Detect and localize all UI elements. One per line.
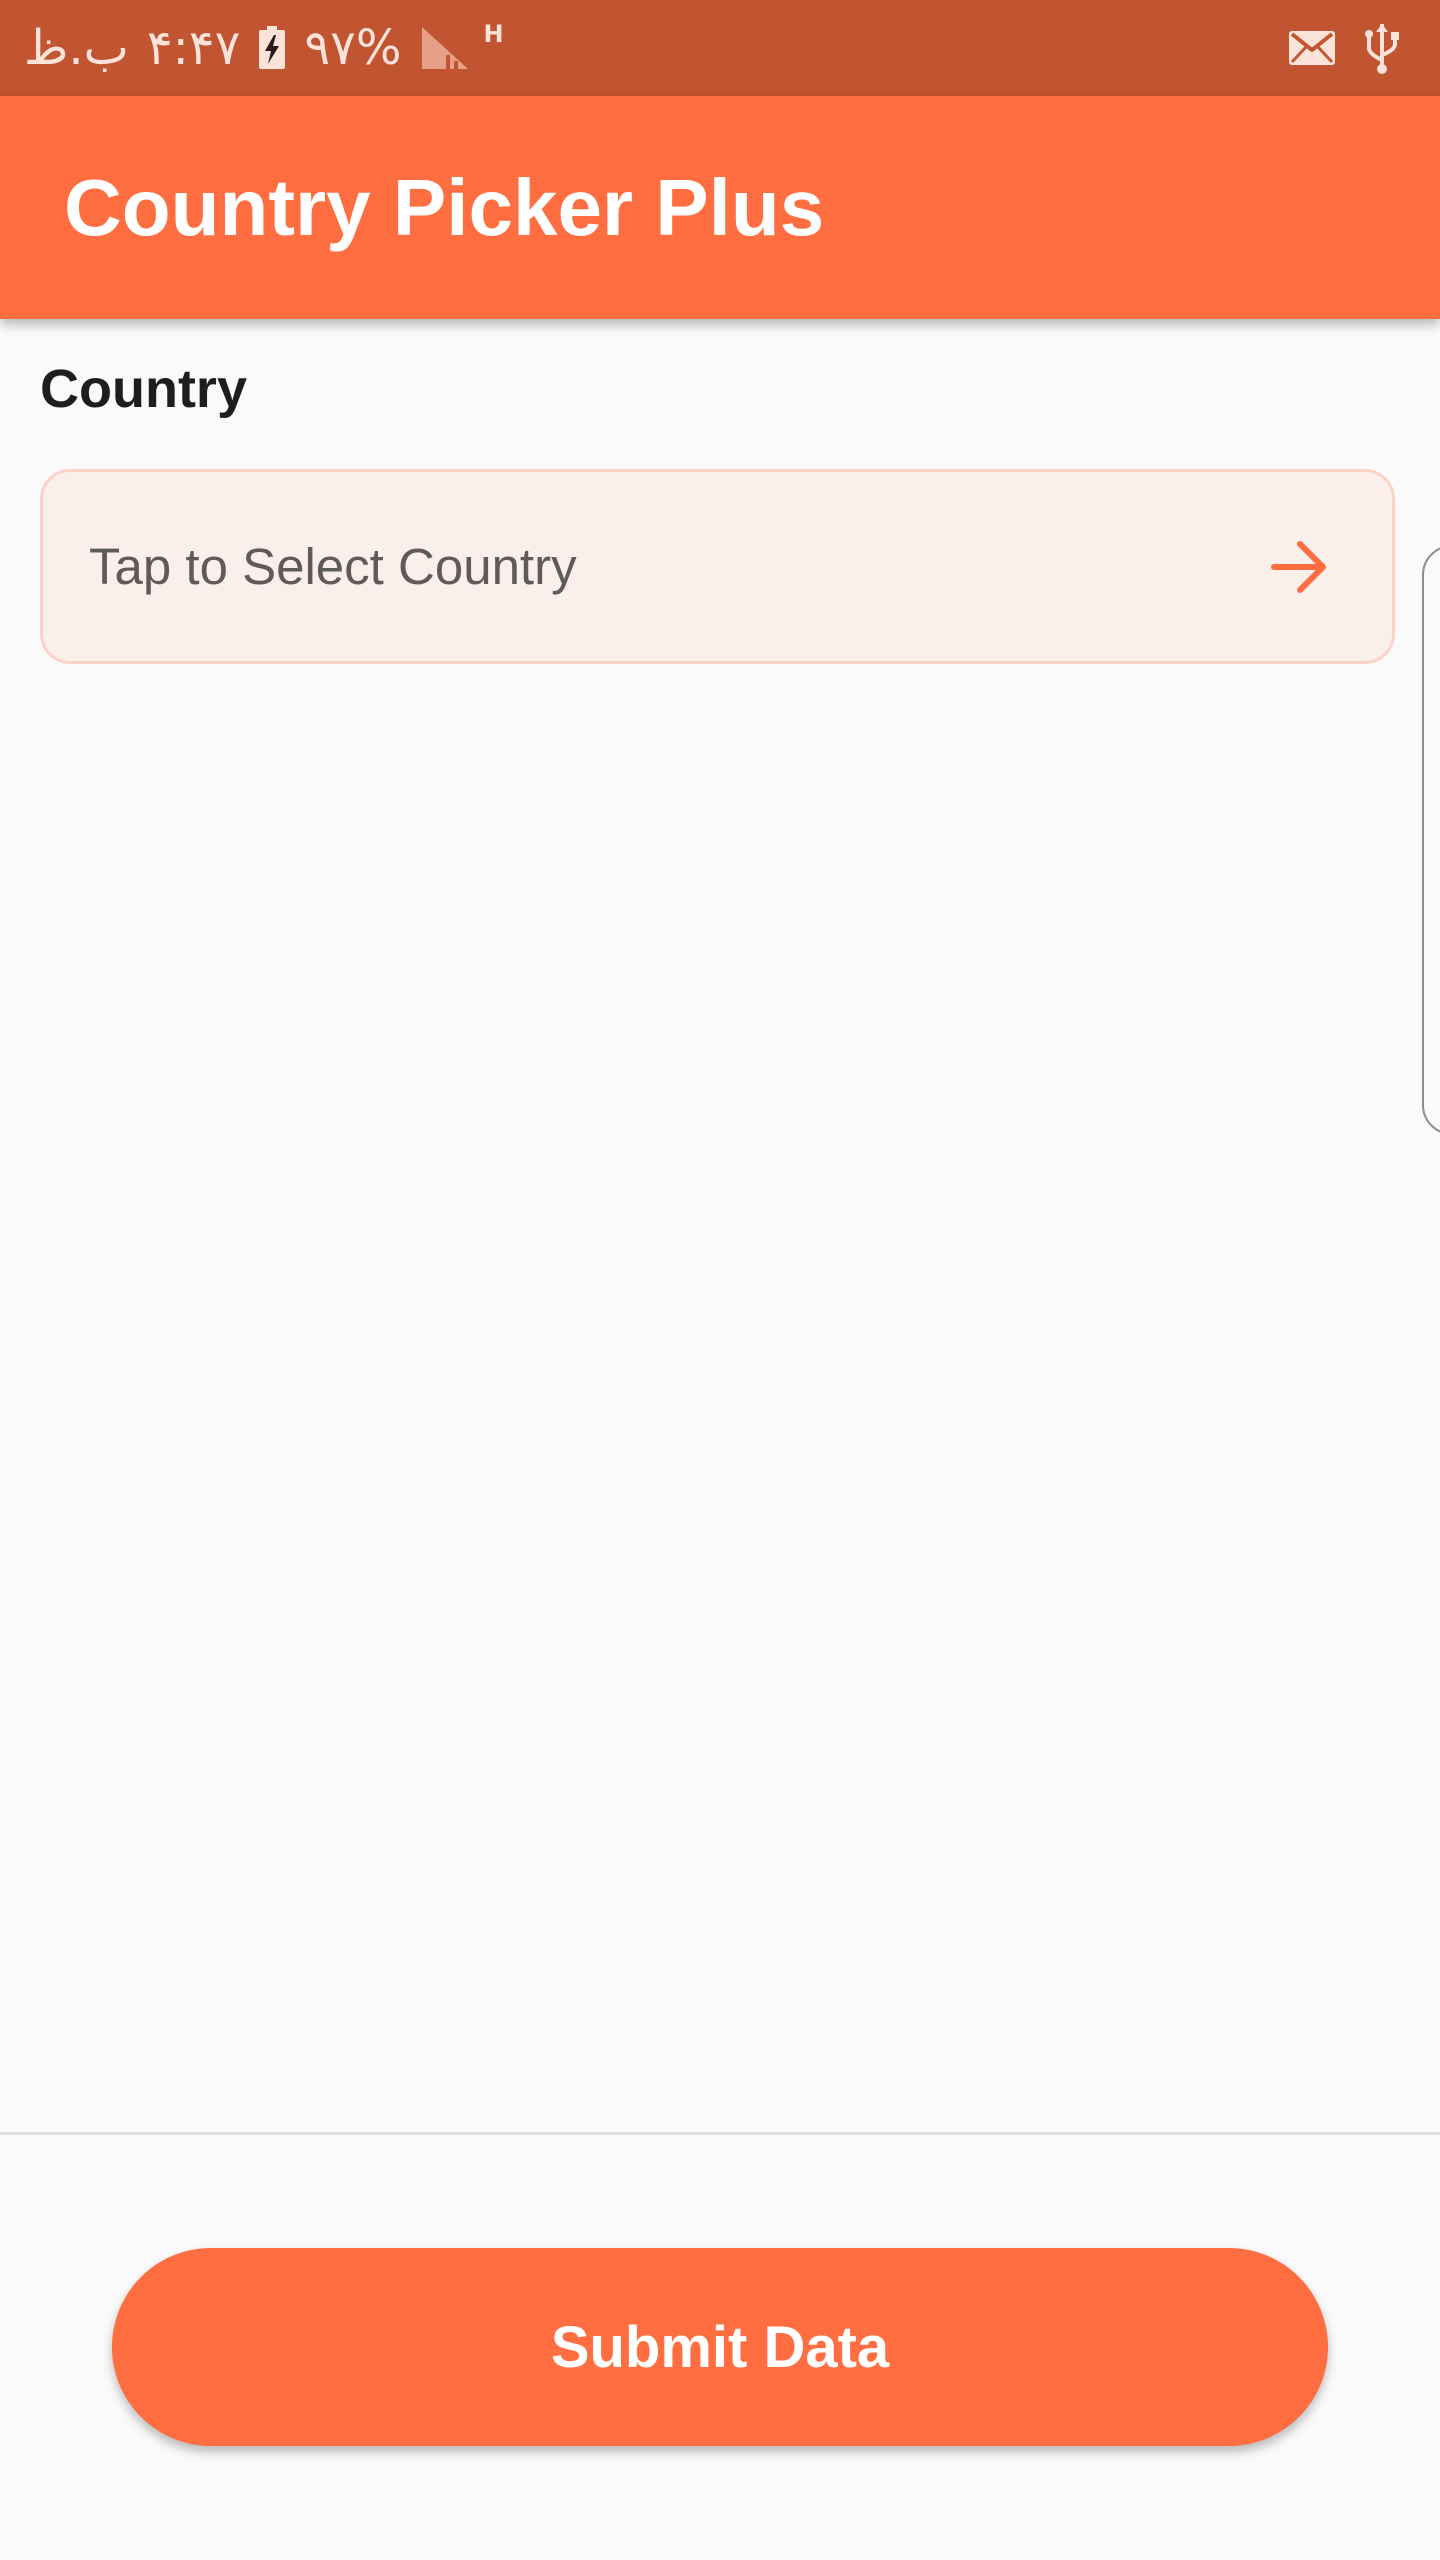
country-picker-placeholder: Tap to Select Country — [89, 538, 577, 595]
footer-divider — [0, 2132, 1440, 2135]
status-bar-right — [1288, 0, 1400, 96]
country-label: Country — [40, 359, 247, 419]
edge-scroll-indicator[interactable] — [1422, 545, 1440, 1135]
battery-charging-icon — [259, 26, 286, 69]
country-picker-field[interactable]: Tap to Select Country — [40, 469, 1395, 664]
status-bar: ب.ظ ۴:۴۷ ۹۷% H — [0, 0, 1440, 96]
status-bar-left: ب.ظ ۴:۴۷ ۹۷% H — [24, 0, 508, 96]
arrow-right-icon — [1271, 541, 1326, 593]
mail-icon — [1289, 31, 1335, 65]
submit-data-button[interactable]: Submit Data — [112, 2248, 1328, 2446]
app-bar: Country Picker Plus — [0, 96, 1440, 319]
network-type: H — [483, 20, 504, 48]
usb-icon — [1365, 24, 1399, 74]
app-title: Country Picker Plus — [64, 163, 825, 252]
status-time: ۴:۴۷ — [146, 20, 241, 76]
status-period: ب.ظ — [24, 20, 129, 76]
battery-percent: ۹۷% — [304, 20, 402, 76]
signal-icon — [421, 27, 468, 69]
